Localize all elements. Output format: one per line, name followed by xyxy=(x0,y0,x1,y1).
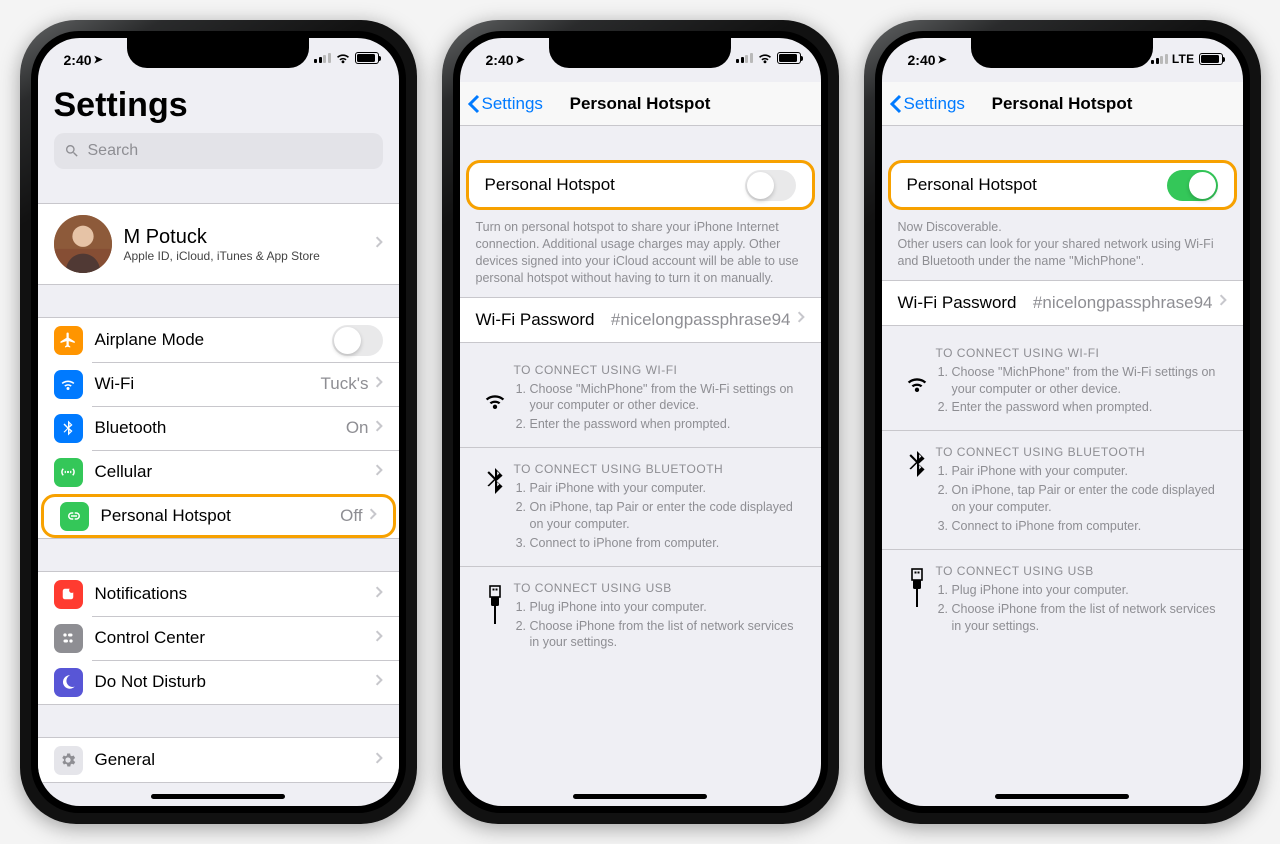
location-arrow-icon: ➤ xyxy=(938,53,947,66)
page-title: Personal Hotspot xyxy=(570,94,711,114)
cellular-icon xyxy=(54,458,83,487)
wifi-icon xyxy=(757,52,773,64)
hotspot-on-note: Now Discoverable. Other users can look f… xyxy=(882,212,1243,280)
control-center-icon xyxy=(54,624,83,653)
wifi-password-row[interactable]: Wi-Fi Password #nicelongpassphrase94 xyxy=(882,281,1243,325)
bluetooth-instructions: TO CONNECT USING BLUETOOTH Pair iPhone w… xyxy=(460,448,821,567)
phone-frame-1: 2:40 ➤ Settings Search M Potuck Apple ID… xyxy=(20,20,417,824)
chevron-right-icon xyxy=(375,235,383,254)
search-placeholder: Search xyxy=(88,142,139,160)
wifi-row[interactable]: Wi-Fi Tuck's xyxy=(38,362,399,406)
chevron-right-icon xyxy=(1219,293,1227,312)
airplane-mode-row[interactable]: Airplane Mode xyxy=(38,318,399,362)
chevron-left-icon xyxy=(890,94,902,114)
chevron-right-icon xyxy=(375,629,383,648)
chevron-right-icon xyxy=(375,585,383,604)
bluetooth-icon xyxy=(898,445,936,537)
bluetooth-instructions: TO CONNECT USING BLUETOOTH Pair iPhone w… xyxy=(882,431,1243,550)
chevron-right-icon xyxy=(375,673,383,692)
notch xyxy=(971,38,1153,68)
airplane-icon xyxy=(54,326,83,355)
hotspot-icon xyxy=(60,502,89,531)
page-title: Settings xyxy=(38,82,399,133)
personal-hotspot-row[interactable]: Personal Hotspot Off xyxy=(44,497,393,535)
airplane-mode-toggle[interactable] xyxy=(332,325,383,356)
chevron-right-icon xyxy=(375,419,383,438)
usb-instructions: TO CONNECT USING USB Plug iPhone into yo… xyxy=(882,550,1243,649)
wifi-instructions: TO CONNECT USING WI-FI Choose "MichPhone… xyxy=(882,332,1243,432)
notch xyxy=(549,38,731,68)
apple-id-subtitle: Apple ID, iCloud, iTunes & App Store xyxy=(124,249,375,263)
notifications-row[interactable]: Notifications xyxy=(38,572,399,616)
page-title: Personal Hotspot xyxy=(992,94,1133,114)
home-indicator xyxy=(573,794,707,799)
cellular-signal-icon xyxy=(1151,54,1168,64)
location-arrow-icon: ➤ xyxy=(516,53,525,66)
search-icon xyxy=(64,143,80,159)
cellular-row[interactable]: Cellular xyxy=(38,450,399,494)
cellular-signal-icon xyxy=(736,53,753,63)
usb-icon xyxy=(476,581,514,654)
nav-bar: Settings Personal Hotspot xyxy=(882,82,1243,126)
wifi-icon xyxy=(335,52,351,64)
control-center-row[interactable]: Control Center xyxy=(38,616,399,660)
moon-icon xyxy=(54,668,83,697)
wifi-instructions: TO CONNECT USING WI-FI Choose "MichPhone… xyxy=(460,349,821,449)
hotspot-toggle-row[interactable]: Personal Hotspot xyxy=(891,163,1234,207)
battery-icon xyxy=(1199,53,1223,65)
usb-instructions: TO CONNECT USING USB Plug iPhone into yo… xyxy=(460,567,821,666)
avatar xyxy=(54,215,112,273)
bluetooth-row[interactable]: Bluetooth On xyxy=(38,406,399,450)
wifi-password-row[interactable]: Wi-Fi Password #nicelongpassphrase94 xyxy=(460,298,821,342)
apple-id-row[interactable]: M Potuck Apple ID, iCloud, iTunes & App … xyxy=(38,204,399,284)
chevron-right-icon xyxy=(375,751,383,770)
location-arrow-icon: ➤ xyxy=(94,53,103,66)
nav-bar: Settings Personal Hotspot xyxy=(460,82,821,126)
status-time: 2:40 ➤ xyxy=(64,52,103,68)
phone-frame-3: 2:40➤ LTE Settings Personal Hotspot Pers… xyxy=(864,20,1261,824)
chevron-right-icon xyxy=(369,507,377,526)
hotspot-off-note: Turn on personal hotspot to share your i… xyxy=(460,212,821,297)
cellular-signal-icon xyxy=(314,53,331,63)
hotspot-toggle-row[interactable]: Personal Hotspot xyxy=(469,163,812,207)
apple-id-name: M Potuck xyxy=(124,225,375,249)
battery-icon xyxy=(777,52,801,64)
bluetooth-icon xyxy=(476,462,514,554)
home-indicator xyxy=(151,794,285,799)
chevron-right-icon xyxy=(797,310,805,329)
chevron-left-icon xyxy=(468,94,480,114)
notch xyxy=(127,38,309,68)
carrier-label: LTE xyxy=(1172,52,1195,66)
wifi-icon xyxy=(898,346,936,419)
back-button[interactable]: Settings xyxy=(468,94,543,114)
chevron-right-icon xyxy=(375,463,383,482)
chevron-right-icon xyxy=(375,375,383,394)
home-indicator xyxy=(995,794,1129,799)
general-row[interactable]: General xyxy=(38,738,399,782)
battery-icon xyxy=(355,52,379,64)
search-input[interactable]: Search xyxy=(54,133,383,169)
wifi-icon xyxy=(476,363,514,436)
hotspot-toggle[interactable] xyxy=(1167,170,1218,201)
do-not-disturb-row[interactable]: Do Not Disturb xyxy=(38,660,399,704)
phone-frame-2: 2:40➤ Settings Personal Hotspot Personal… xyxy=(442,20,839,824)
wifi-icon xyxy=(54,370,83,399)
gear-icon xyxy=(54,746,83,775)
bluetooth-icon xyxy=(54,414,83,443)
notifications-icon xyxy=(54,580,83,609)
hotspot-toggle[interactable] xyxy=(745,170,796,201)
usb-icon xyxy=(898,564,936,637)
back-button[interactable]: Settings xyxy=(890,94,965,114)
